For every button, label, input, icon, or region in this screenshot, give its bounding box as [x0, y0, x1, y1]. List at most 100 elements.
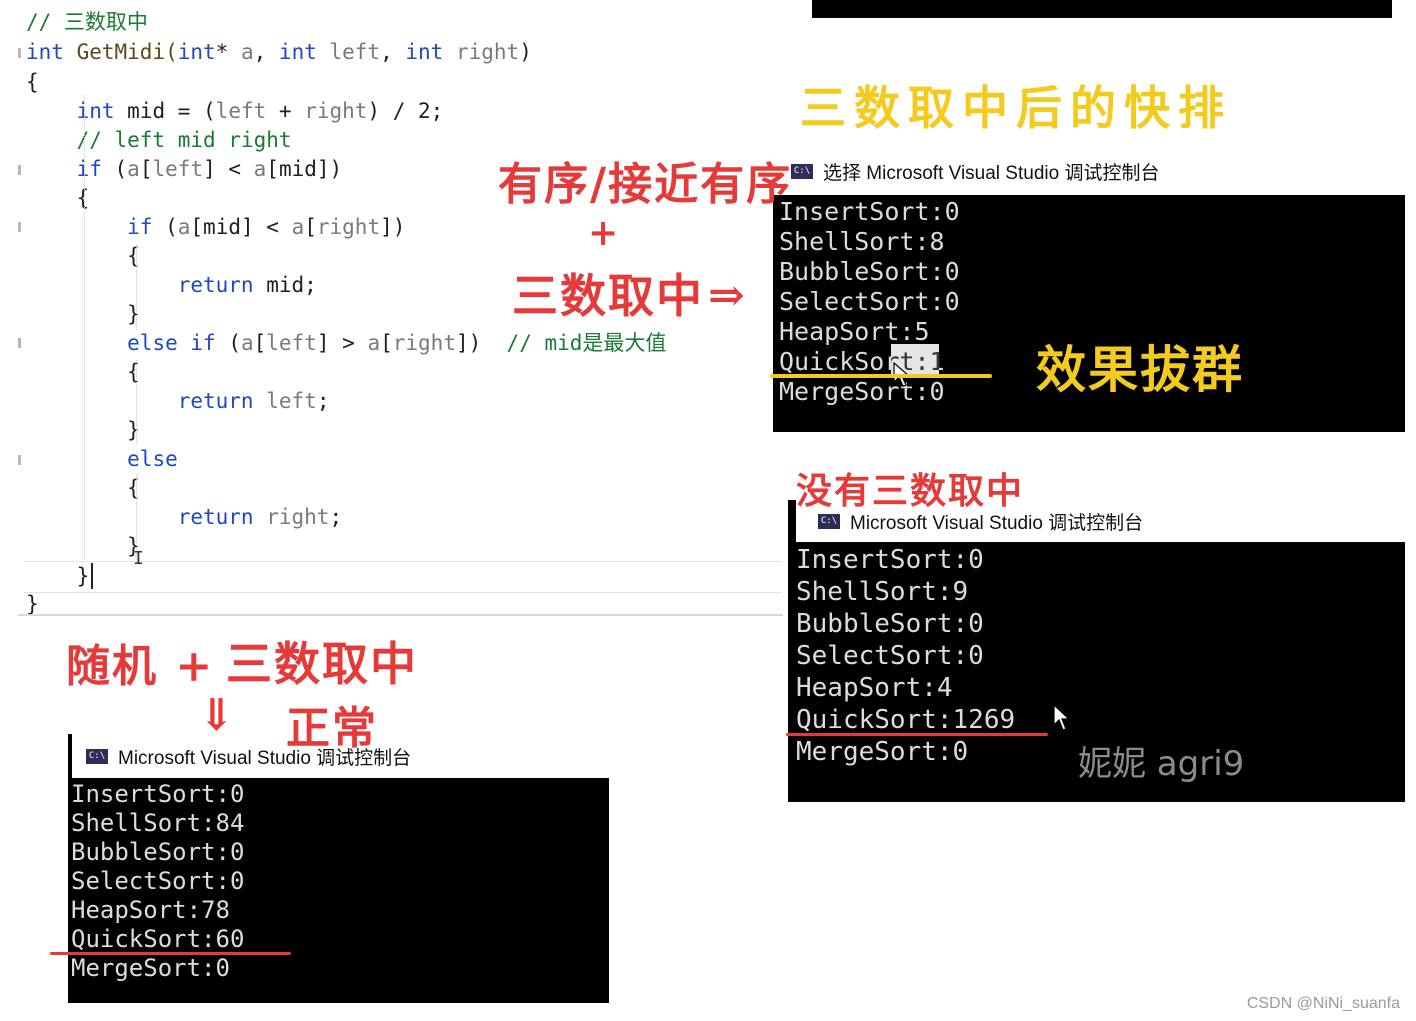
console-output-line: BubbleSort:0: [796, 609, 984, 639]
underline-mark-red: [50, 952, 291, 955]
console-output-line: ShellSort:9: [796, 577, 969, 607]
code-token: {: [26, 476, 140, 500]
code-token: (: [101, 157, 128, 181]
code-token: ]): [380, 215, 406, 239]
fold-marker[interactable]: [18, 455, 21, 465]
code-token: a: [253, 157, 267, 181]
console-output-line: ShellSort:84: [71, 809, 245, 837]
console-titlebar[interactable]: C:\ 选择 Microsoft Visual Studio 调试控制台: [773, 147, 1405, 195]
code-token: a: [127, 157, 140, 181]
code-token: right: [392, 331, 456, 355]
code-token: }: [26, 302, 140, 326]
console-output-line: MergeSort:0: [71, 954, 230, 982]
code-line[interactable]: else if (a[left] > a[right]) // mid是最大值: [26, 329, 666, 357]
code-token: [mid]): [266, 157, 343, 181]
code-token: (: [152, 215, 178, 239]
code-token: return: [177, 273, 254, 297]
indent-guide: [84, 95, 85, 560]
console-output-line: QuickSort:1269: [796, 705, 1016, 735]
code-line[interactable]: {: [26, 242, 140, 270]
console-output-line: SelectSort:0: [71, 867, 245, 895]
code-line[interactable]: }: [26, 532, 140, 560]
code-token: GetMidi(: [63, 40, 178, 64]
code-line[interactable]: return right;: [26, 503, 342, 531]
code-line[interactable]: return left;: [26, 387, 330, 415]
code-line[interactable]: {: [26, 184, 90, 212]
code-token: }: [26, 592, 39, 616]
annotation-without: 没有三数取中: [796, 470, 1025, 512]
code-token: [: [253, 331, 267, 355]
code-token: return: [177, 505, 254, 529]
code-token: ,: [380, 40, 406, 64]
text-caret: [91, 563, 93, 589]
code-token: a: [291, 215, 305, 239]
code-token: [: [139, 157, 153, 181]
code-token: int: [177, 40, 216, 64]
code-token: }: [26, 418, 140, 442]
annotation-random-three-mid: 三数取中: [226, 637, 418, 691]
code-token: {: [26, 186, 90, 210]
console-output-line: MergeSort:0: [796, 737, 969, 767]
console-app-icon: C:\: [791, 163, 813, 179]
console-output-line: InsertSort:0: [71, 780, 245, 808]
annotation-arrow: ⇒: [708, 270, 747, 321]
console-output-line: InsertSort:0: [796, 545, 984, 575]
annotation-normal: 正常: [286, 703, 378, 754]
fold-marker[interactable]: [18, 338, 21, 348]
annotation-down-arrow: ⇓: [198, 690, 237, 741]
code-line[interactable]: return mid;: [26, 271, 317, 299]
code-line[interactable]: {: [26, 474, 140, 502]
code-token: int: [76, 99, 115, 123]
console-output-line: BubbleSort:0: [779, 257, 960, 286]
code-line[interactable]: if (a[mid] < a[right]): [26, 213, 405, 241]
code-line[interactable]: // 三数取中: [26, 8, 148, 36]
code-token: // 三数取中: [26, 10, 148, 34]
code-line[interactable]: int GetMidi(int* a, int left, int right): [26, 38, 532, 66]
console-app-icon: C:\: [818, 513, 840, 529]
annotation-title: 三数取中后的快排: [800, 81, 1232, 135]
code-token: right: [316, 215, 381, 239]
code-token: right: [304, 99, 368, 123]
code-token: left: [266, 331, 317, 355]
code-token: else if: [127, 331, 216, 355]
code-line[interactable]: }: [26, 416, 140, 444]
ibeam-cursor-icon: I: [133, 548, 144, 569]
fold-marker[interactable]: [18, 222, 21, 232]
code-token: // mid是最大值: [506, 331, 667, 355]
code-token: (: [215, 331, 241, 355]
code-line[interactable]: {: [26, 68, 39, 96]
console-random-three-mid[interactable]: C:\ Microsoft Visual Studio 调试控制台 Insert…: [68, 734, 609, 1003]
code-line[interactable]: if (a[left] < a[mid]): [26, 155, 343, 183]
console-output-line: QuickSort:60: [71, 925, 245, 953]
code-token: +: [266, 99, 305, 123]
fold-marker[interactable]: [18, 48, 21, 58]
annotation-three-mid: 三数取中: [512, 269, 704, 323]
code-line[interactable]: else: [26, 445, 178, 473]
console-output-line: HeapSort:78: [71, 896, 230, 924]
code-token: right: [266, 505, 330, 529]
code-line[interactable]: // left mid right: [26, 126, 292, 154]
annotation-ordered: 有序/接近有序: [498, 159, 793, 210]
cropped-console-strip: [812, 0, 1392, 18]
code-token: a: [240, 40, 254, 64]
code-line[interactable]: int mid = (left + right) / 2;: [26, 97, 444, 125]
code-token: int: [405, 40, 444, 64]
code-token: left: [329, 40, 381, 64]
code-token: a: [177, 215, 191, 239]
underline-mark-red: [786, 733, 1048, 736]
code-token: // left mid right: [26, 128, 292, 152]
code-token: *: [215, 40, 241, 64]
annotation-effect: 效果拔群: [1036, 340, 1244, 399]
code-line[interactable]: {: [26, 358, 140, 386]
csdn-credit: CSDN @NiNi_suanfa: [1246, 995, 1400, 1012]
fold-marker[interactable]: [18, 165, 21, 175]
watermark: 妮妮 agri9: [1078, 744, 1245, 784]
code-token: a: [240, 331, 254, 355]
code-line[interactable]: }: [26, 300, 140, 328]
